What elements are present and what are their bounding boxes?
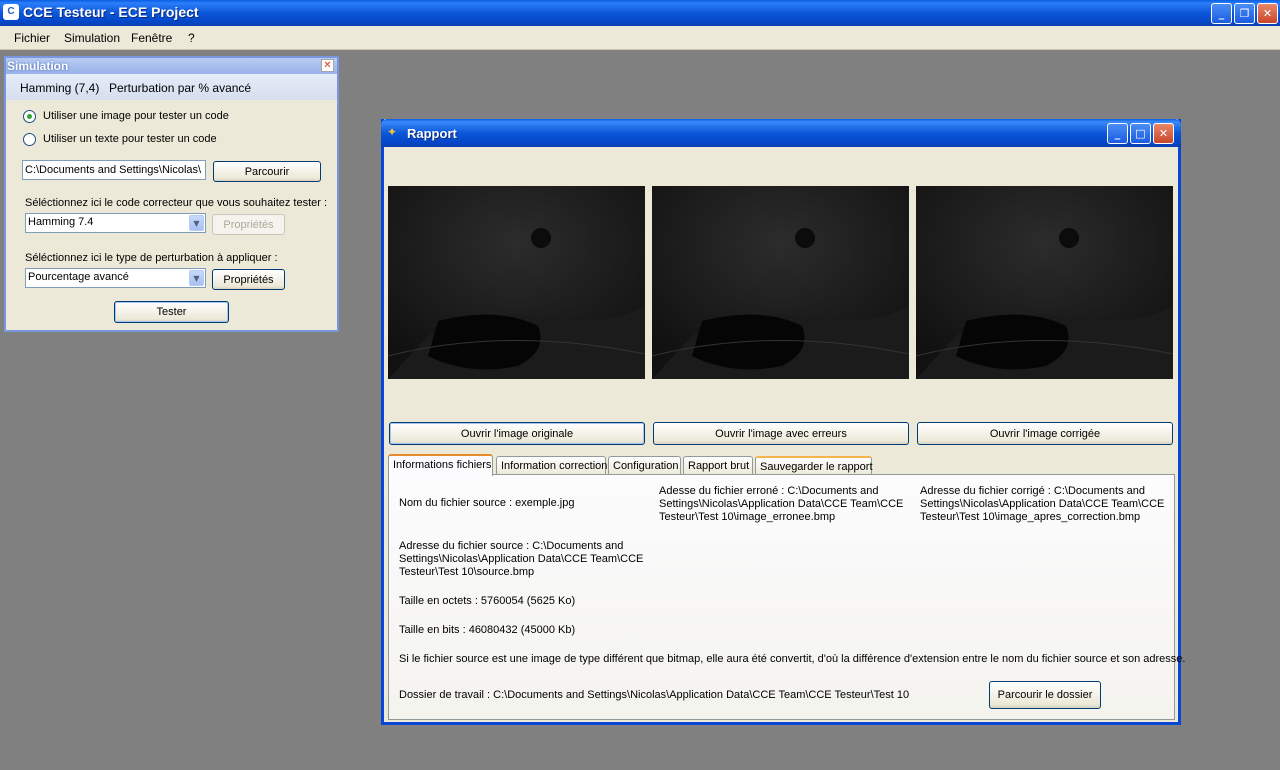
size-bits: Taille en bits : 46080432 (45000 Kb) (399, 624, 576, 636)
code-select[interactable]: Hamming 7.4 ▼ (25, 213, 206, 233)
simulation-summary: Hamming (7,4) Perturbation par % avancé (6, 74, 337, 100)
menubar: Fichier Simulation Fenêtre ? (0, 26, 1280, 50)
image-corrected (916, 186, 1173, 379)
menu-fenetre[interactable]: Fenêtre (131, 31, 172, 45)
app-icon: C (3, 4, 19, 20)
simulation-panel: Simulation ✕ Hamming (7,4) Perturbation … (4, 56, 339, 332)
menu-help[interactable]: ? (188, 31, 195, 45)
summary-perturbation: Perturbation par % avancé (109, 81, 252, 95)
open-corrected-button[interactable]: Ouvrir l'image corrigée (917, 422, 1173, 445)
radio-use-image[interactable]: Utiliser une image pour tester un code (23, 109, 273, 125)
simulation-title: Simulation (7, 59, 69, 73)
test-button[interactable]: Tester (114, 301, 229, 323)
code-properties-button[interactable]: Propriétés (212, 214, 285, 235)
tab-sauvegarder-rapport[interactable]: Sauvegarder le rapport (755, 456, 873, 475)
code-label: Séléctionnez ici le code correcteur que … (25, 197, 328, 209)
path-input[interactable]: C:\Documents and Settings\Nicolas\ (22, 160, 206, 180)
tab-configuration[interactable]: Configuration (608, 456, 681, 475)
open-original-button[interactable]: Ouvrir l'image originale (389, 422, 645, 445)
rapport-titlebar: ✦ Rapport _ □ ✕ (381, 119, 1181, 147)
summary-code: Hamming (7,4) (20, 81, 100, 95)
chevron-down-icon[interactable]: ▼ (189, 270, 204, 286)
open-errors-button[interactable]: Ouvrir l'image avec erreurs (653, 422, 909, 445)
rapport-window: ✦ Rapport _ □ ✕ Ouvrir l'image originale… (381, 119, 1186, 725)
rapport-maximize-button[interactable]: □ (1130, 123, 1151, 144)
rapport-close-button[interactable]: ✕ (1153, 123, 1174, 144)
source-name: Nom du fichier source : exemple.jpg (399, 497, 575, 509)
rapport-icon: ✦ (387, 125, 398, 139)
menu-simulation[interactable]: Simulation (64, 31, 120, 45)
conversion-note: Si le fichier source est une image de ty… (399, 653, 1186, 665)
app-titlebar: C CCE Testeur - ECE Project _ ❐ ✕ (0, 0, 1280, 26)
close-button[interactable]: ✕ (1257, 3, 1278, 24)
work-directory: Dossier de travail : C:\Documents and Se… (399, 689, 910, 701)
source-file-path: Adresse du fichier source : C:\Documents… (399, 540, 644, 578)
radio-use-text[interactable]: Utiliser un texte pour tester un code (23, 132, 273, 148)
image-with-errors (652, 186, 909, 379)
perturbation-label: Séléctionnez ici le type de perturbation… (25, 252, 278, 264)
browse-button[interactable]: Parcourir (213, 161, 321, 182)
rapport-minimize-button[interactable]: _ (1107, 123, 1128, 144)
tab-informations-fichiers[interactable]: Informations fichiers (388, 454, 493, 476)
perturbation-select-value: Pourcentage avancé (28, 271, 129, 283)
code-select-value: Hamming 7.4 (28, 216, 94, 228)
restore-button[interactable]: ❐ (1234, 3, 1255, 24)
tab-information-correction[interactable]: Information correction (496, 456, 607, 475)
radio-text-button[interactable] (23, 133, 36, 146)
rapport-title: Rapport (407, 126, 457, 141)
radio-text-label: Utiliser un texte pour tester un code (43, 133, 217, 145)
menu-fichier[interactable]: Fichier (14, 31, 50, 45)
perturbation-select[interactable]: Pourcentage avancé ▼ (25, 268, 206, 288)
size-bytes: Taille en octets : 5760054 (5625 Ko) (399, 595, 576, 607)
error-file-path: Adesse du fichier erroné : C:\Documents … (659, 485, 904, 523)
corrected-file-path: Adresse du fichier corrigé : C:\Document… (920, 485, 1165, 523)
minimize-button[interactable]: _ (1211, 3, 1232, 24)
app-title: CCE Testeur - ECE Project (23, 4, 199, 20)
chevron-down-icon[interactable]: ▼ (189, 215, 204, 231)
radio-image-label: Utiliser une image pour tester un code (43, 110, 229, 122)
tab-rapport-brut[interactable]: Rapport brut (683, 456, 753, 475)
perturbation-properties-button[interactable]: Propriétés (212, 269, 285, 290)
image-original (388, 186, 645, 379)
radio-image-button[interactable] (23, 110, 36, 123)
browse-folder-button[interactable]: Parcourir le dossier (989, 681, 1101, 709)
simulation-titlebar: Simulation ✕ (6, 58, 337, 74)
simulation-close-icon[interactable]: ✕ (321, 59, 334, 72)
tab-panel-informations: Nom du fichier source : exemple.jpg Ades… (388, 474, 1186, 720)
